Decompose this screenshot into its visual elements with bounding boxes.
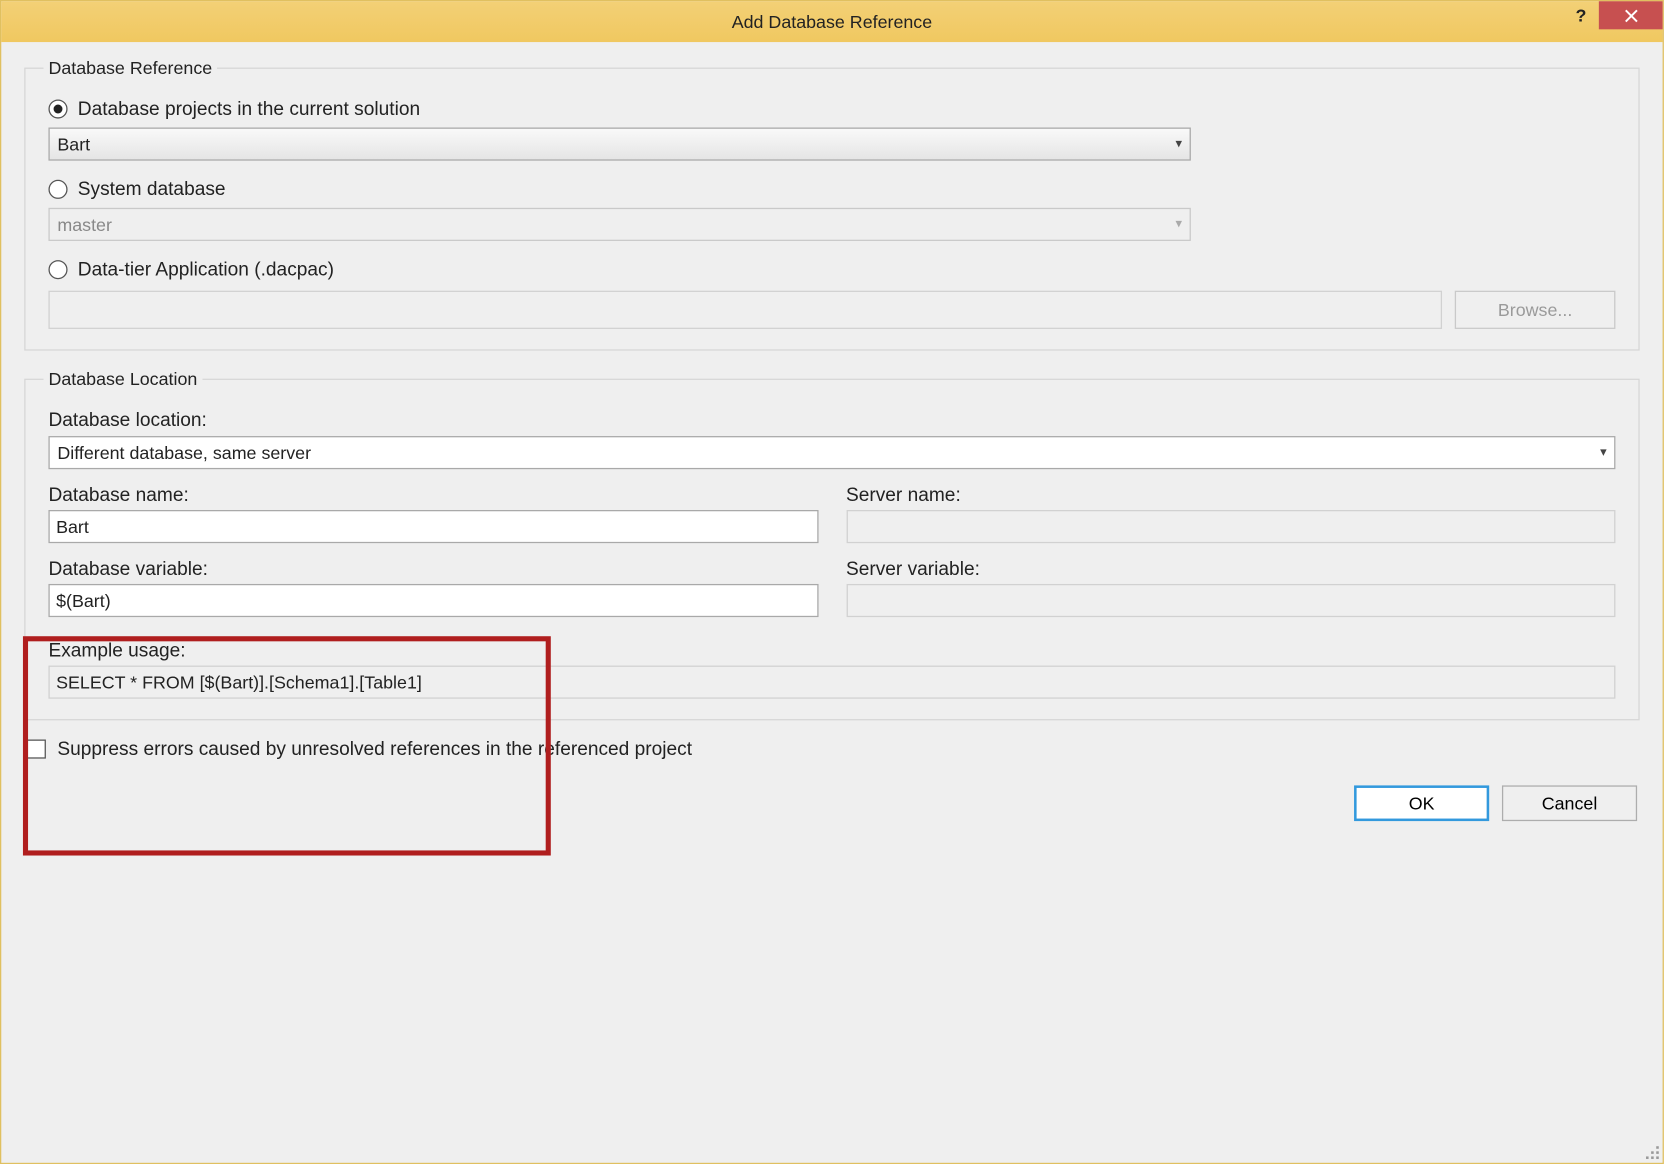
browse-button: Browse... <box>1455 291 1616 329</box>
dialog-title: Add Database Reference <box>732 11 932 31</box>
close-button[interactable] <box>1599 1 1663 29</box>
suppress-errors-checkbox[interactable] <box>27 740 46 759</box>
radio-dacpac[interactable] <box>48 260 67 279</box>
help-button[interactable]: ? <box>1563 1 1599 29</box>
dialog-window: Add Database Reference ? Database Refere… <box>0 0 1664 1164</box>
radio-system-label: System database <box>78 179 226 201</box>
projects-select[interactable]: Bart ▾ <box>48 128 1190 161</box>
close-icon <box>1624 8 1638 22</box>
location-select[interactable]: Different database, same server ▾ <box>48 436 1615 469</box>
dbvar-label: Database variable: <box>48 558 817 580</box>
database-reference-legend: Database Reference <box>43 57 217 77</box>
radio-system[interactable] <box>48 180 67 199</box>
radio-dacpac-label: Data-tier Application (.dacpac) <box>78 259 334 281</box>
servervar-label: Server variable: <box>846 558 1615 580</box>
chevron-down-icon: ▾ <box>1176 217 1182 231</box>
example-label: Example usage: <box>48 640 1615 662</box>
database-reference-group: Database Reference Database projects in … <box>24 57 1639 350</box>
suppress-errors-label: Suppress errors caused by unresolved ref… <box>57 738 692 760</box>
location-select-value: Different database, same server <box>57 442 311 462</box>
location-label: Database location: <box>48 409 1615 431</box>
example-usage: SELECT * FROM [$(Bart)].[Schema1].[Table… <box>48 666 1615 699</box>
ok-button[interactable]: OK <box>1354 785 1489 821</box>
radio-projects-label: Database projects in the current solutio… <box>78 98 420 120</box>
chevron-down-icon: ▾ <box>1176 137 1182 151</box>
dbname-label: Database name: <box>48 485 817 507</box>
dbvar-input[interactable] <box>48 584 817 617</box>
resize-grip-icon[interactable] <box>1643 1144 1658 1159</box>
radio-projects[interactable] <box>48 99 67 118</box>
system-select-value: master <box>57 214 112 234</box>
chevron-down-icon: ▾ <box>1600 446 1606 460</box>
dacpac-path-input <box>48 291 1442 329</box>
title-bar: Add Database Reference ? <box>1 1 1662 42</box>
dbname-input[interactable] <box>48 510 817 543</box>
servername-label: Server name: <box>846 485 1615 507</box>
servervar-input <box>846 584 1615 617</box>
cancel-button[interactable]: Cancel <box>1502 785 1637 821</box>
projects-select-value: Bart <box>57 134 90 154</box>
database-location-legend: Database Location <box>43 368 202 388</box>
servername-input <box>846 510 1615 543</box>
system-select: master ▾ <box>48 208 1190 241</box>
database-location-group: Database Location Database location: Dif… <box>24 368 1639 720</box>
